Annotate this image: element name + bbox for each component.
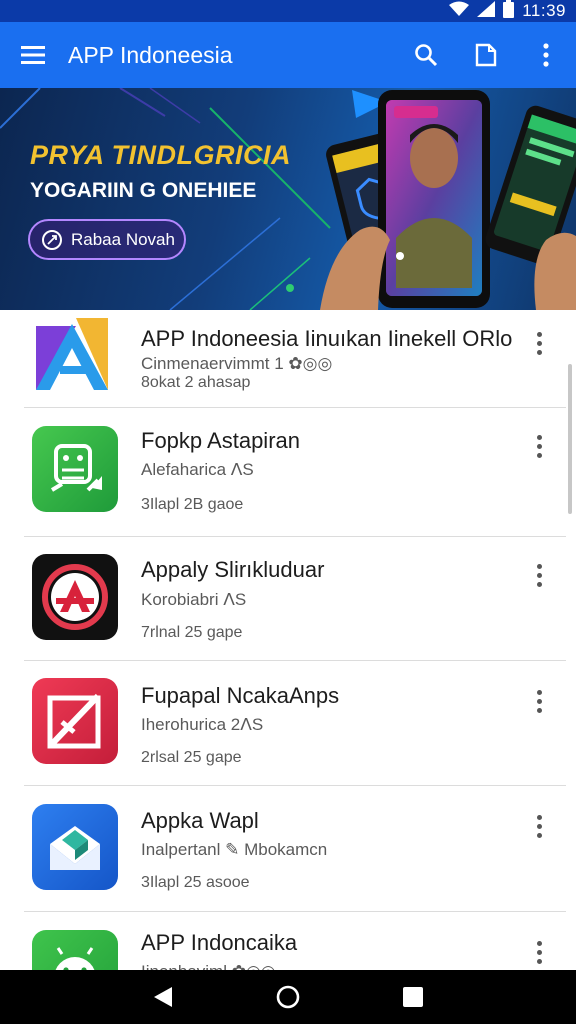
item-overflow-button[interactable] [526,932,552,970]
circle-a-icon [32,554,118,640]
check-frame-icon [32,678,118,764]
back-icon [153,987,172,1007]
battery-icon [503,0,515,23]
app-subtitle: Korobiabri ᐱS [141,590,247,609]
overflow-menu-button[interactable] [516,22,576,88]
bookmark-button[interactable] [456,22,516,88]
back-button[interactable] [143,977,183,1017]
signal-icon [477,0,496,22]
envelope-cube-icon [32,804,118,890]
app-subtitle: Alefaharica ᐱS [141,460,254,479]
home-icon [276,985,300,1009]
search-icon [415,44,438,67]
wifi-icon [449,1,470,22]
app-meta: 3Ilapl 25 asooe [141,874,250,891]
list-item[interactable]: Appaly Slirıkluduar Korobiabri ᐱS 7rlnal… [0,537,566,661]
status-bar: 11:39 [0,0,576,22]
app-subtitle: Cinmenaervimmt 1 ✿◎◎ [141,354,333,373]
app-subtitle: Iinonbaviml ✿◎◎ [141,962,276,970]
more-vert-icon [543,43,549,67]
app-subtitle: Iherohurica 2ᐱS [141,715,264,734]
app-name: APP Indoncaika [141,930,298,955]
banner-cta-button[interactable]: Rabaa Novah [28,219,186,260]
app-meta: 7rlnal 25 gape [141,624,243,641]
app-meta: 2rlsal 25 gape [141,749,242,766]
app-meta: 3Ilapl 2B gaoe [141,496,244,513]
item-overflow-button[interactable] [526,555,552,595]
promo-banner[interactable]: PRYA TINDLGRICIA YOGARIIN G ONEHIEE Raba… [0,88,576,310]
banner-subheadline: YOGARIIN G ONEHIEE [30,179,257,202]
recents-button[interactable] [393,977,433,1017]
item-overflow-button[interactable] [526,806,552,846]
android-icon [32,930,118,970]
home-button[interactable] [268,977,308,1017]
recents-icon [403,987,424,1007]
item-overflow-button[interactable] [526,426,552,466]
scrollbar[interactable] [568,364,572,514]
banner-cta-label: Rabaa Novah [71,229,175,249]
list-item[interactable]: Fopkp Astapiran Alefaharica ᐱS 3Ilapl 2B… [0,408,566,537]
banner-headline: PRYA TINDLGRICIA [30,140,292,170]
app-list: APP Indoneesia Iinuıkan Iinekell ORlo Ci… [0,310,576,970]
status-time: 11:39 [522,1,566,20]
phones-illustration [320,90,576,310]
app-name: Appaly Slirıkluduar [141,557,325,582]
item-overflow-button[interactable] [526,323,552,363]
bookmark-icon [475,43,497,67]
app-meta: 8okat 2 ahasap [141,374,251,391]
search-button[interactable] [396,22,456,88]
app-name: Fopkp Astapiran [141,428,300,453]
list-item[interactable]: Fupapal NcakaAnps Iherohurica 2ᐱS 2rlsal… [0,661,566,786]
app-bar: APP Indoneesia [0,22,576,88]
letter-a-icon [36,318,108,390]
app-subtitle: Inalpertanl ✎ Mbokamcn [141,840,328,859]
app-title: APP Indoneesia [68,41,233,68]
app-name: Fupapal NcakaAnps [141,683,340,708]
menu-icon [21,46,45,64]
menu-button[interactable] [0,22,68,88]
tag-icon [42,229,62,250]
system-nav-bar [0,970,576,1024]
android-arrows-icon [32,426,118,512]
app-name: Appka Wapl [141,808,259,833]
item-overflow-button[interactable] [526,681,552,721]
app-name: APP Indoneesia Iinuıkan Iinekell ORlo [141,326,513,351]
list-item[interactable]: APP Indoncaika Iinonbaviml ✿◎◎ [0,912,566,970]
list-item[interactable]: Appka Wapl Inalpertanl ✎ Mbokamcn 3Ilapl… [0,786,566,912]
list-item[interactable]: APP Indoneesia Iinuıkan Iinekell ORlo Ci… [0,310,566,408]
